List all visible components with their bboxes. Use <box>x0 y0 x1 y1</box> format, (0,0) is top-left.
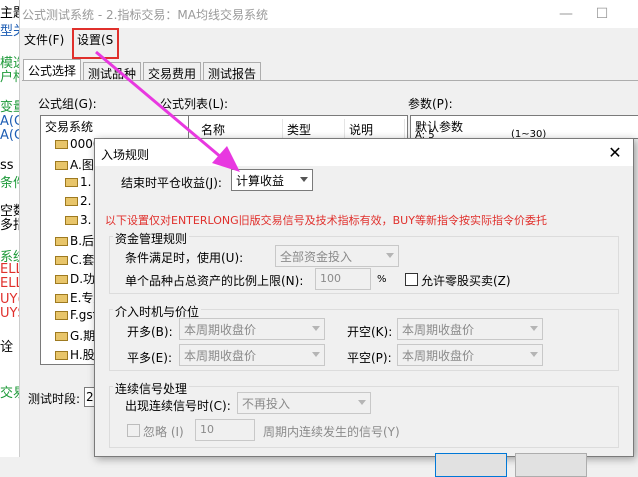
arrow-line <box>95 50 223 160</box>
arrow-head <box>212 146 240 172</box>
annotation-arrow <box>95 50 240 172</box>
